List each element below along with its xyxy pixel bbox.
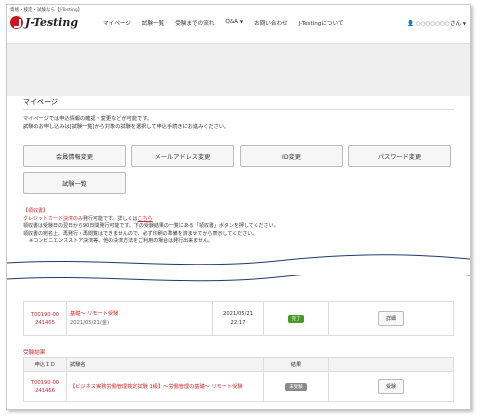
nav-item-mypage[interactable]: マイページ xyxy=(103,19,131,27)
results-table: 申込ＩＤ 試験名 結果 T00190-00 241466 【ビジネス実務労働管理… xyxy=(23,357,454,402)
results-section-label: 受験結果 xyxy=(23,350,46,356)
main-nav: マイページ 試験一覧 受験までの流れ Q&A ▼ お問い合わせ J-Testing… xyxy=(103,19,355,27)
action-cell: 詳細 xyxy=(328,301,454,336)
id-change-button[interactable]: ID変更 xyxy=(240,145,343,167)
details-link[interactable]: こちら xyxy=(138,216,153,222)
details-button[interactable]: 詳細 xyxy=(377,311,404,326)
exam-date: 2021/05/21(金) xyxy=(70,319,110,326)
nav-item-about[interactable]: J-Testingについて xyxy=(299,19,344,27)
notice-line: ※コンビニエンスストア決済等、他の決済方法をご利用の場合は発行出来ません。 xyxy=(29,238,213,244)
user-suffix: さん xyxy=(449,21,462,27)
logo-text: J-Testing xyxy=(25,15,79,29)
receipt-notice: 【領収書】 クレジットカード決済のみ発行可能です。詳しくはこちら 領収書は受験日… xyxy=(23,208,279,246)
exam-name[interactable]: 【ビジネス実務労働管理検定試験 1級】～労働管理の基礎～ リモート受験 xyxy=(66,371,264,402)
column-header-action xyxy=(328,357,454,372)
status-badge: 完了 xyxy=(287,314,305,323)
take-exam-button[interactable]: 受験 xyxy=(377,379,404,394)
application-id-part: 241465 xyxy=(35,319,55,326)
applied-time: 22:17 xyxy=(230,319,246,326)
application-history-table: T00190-00 241465 基礎～ リモート受験 2021/05/21(金… xyxy=(23,301,454,336)
exam-list-button[interactable]: 試験一覧 xyxy=(23,172,126,194)
title-divider xyxy=(23,109,454,110)
table-header-row: 申込ＩＤ 試験名 結果 xyxy=(23,357,454,372)
column-header-exam-name: 試験名 xyxy=(66,357,264,372)
nav-item-qa-label: Q&A xyxy=(225,19,239,25)
exam-name[interactable]: 基礎～ リモート受験 xyxy=(70,310,209,319)
table-row: T00190-00 241466 【ビジネス実務労働管理検定試験 1級】～労働管… xyxy=(23,371,454,402)
page-description: マイページでは申込情報の確認・変更などが可能です。 試験のお申し込みは[試験一覧… xyxy=(23,115,229,131)
header-banner-area xyxy=(7,43,470,96)
applied-date: 2021/05/21 xyxy=(223,310,253,317)
email-change-button[interactable]: メールアドレス変更 xyxy=(131,145,234,167)
column-header-result: 結果 xyxy=(263,357,329,372)
notice-line: 領収書の宛名上、再発行・再閲覧はできませんので、必ず印刷の準備を済ませてから表示… xyxy=(23,230,258,237)
site-tagline: 資格・検定・試験なら【J-Testing】 xyxy=(10,8,83,13)
result-cell: 未受験 xyxy=(263,371,329,402)
notice-emphasis: クレジットカード決済のみ xyxy=(23,215,84,222)
application-id-part: T00190-00 xyxy=(30,379,60,386)
table-row: T00190-00 241465 基礎～ リモート受験 2021/05/21(金… xyxy=(23,301,454,336)
chevron-down-icon: ▼ xyxy=(462,21,466,26)
application-id-part: T00190-00 xyxy=(30,311,60,318)
browser-page: 資格・検定・試験なら【J-Testing】 J-Testing マイページ 試験… xyxy=(6,4,471,410)
status-cell: 完了 xyxy=(263,301,329,336)
notice-line: 領収書は受験日の翌日から90日間発行可能です。下の受験結果の一覧にある「領収書」… xyxy=(23,223,279,229)
description-line: 試験のお申し込みは[試験一覧]から対象の試験を選択して申込手続きにお進みください… xyxy=(23,124,230,130)
chevron-down-icon: ▼ xyxy=(240,19,244,24)
password-change-button[interactable]: パスワード変更 xyxy=(348,145,451,167)
notice-line: クレジットカード決済のみ発行可能です。詳しくはこちら xyxy=(23,216,279,224)
nav-item-qa[interactable]: Q&A ▼ xyxy=(225,19,243,27)
gap-region xyxy=(7,265,470,275)
logo-mark-icon xyxy=(10,15,23,29)
action-cell: 受験 xyxy=(328,371,454,402)
page-title: マイページ xyxy=(23,98,58,106)
applied-datetime: 2021/05/21 22:17 xyxy=(212,301,264,336)
description-line: マイページでは申込情報の確認・変更などが可能です。 xyxy=(23,116,153,122)
exam-name-cell: 基礎～ リモート受験 2021/05/21(金) xyxy=(66,301,213,336)
nav-item-exam-list[interactable]: 試験一覧 xyxy=(142,19,164,27)
column-header-id: 申込ＩＤ xyxy=(23,357,67,372)
nav-item-flow[interactable]: 受験までの流れ xyxy=(175,19,214,27)
user-icon: 👤 xyxy=(407,21,414,27)
status-badge: 未受験 xyxy=(285,382,307,391)
nav-item-contact[interactable]: お問い合わせ xyxy=(254,19,288,27)
notice-text: 発行可能です。詳しくは xyxy=(83,215,138,222)
application-id[interactable]: T00190-00 241465 xyxy=(23,301,67,336)
application-id[interactable]: T00190-00 241466 xyxy=(23,371,67,402)
user-menu[interactable]: 👤 ○○○○○○○さん ▼ xyxy=(407,19,466,27)
notice-heading: 【領収書】 xyxy=(23,208,49,214)
member-info-change-button[interactable]: 会員情報変更 xyxy=(23,145,126,167)
application-id-part: 241466 xyxy=(35,387,55,394)
user-name: ○○○○○○○ xyxy=(415,21,450,27)
site-logo[interactable]: J-Testing xyxy=(10,14,78,30)
